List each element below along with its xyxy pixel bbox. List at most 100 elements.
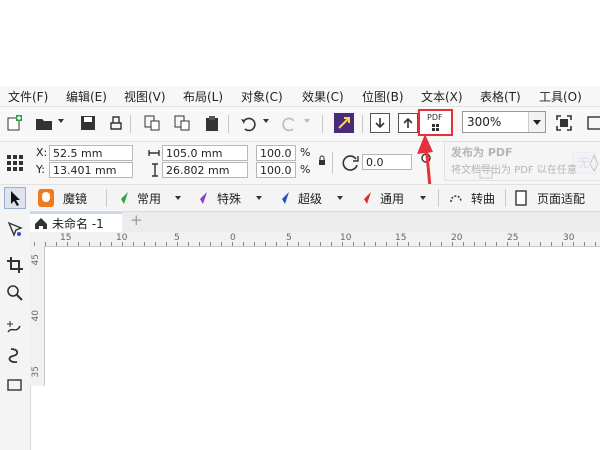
import-down-button[interactable] xyxy=(370,113,390,133)
y-label: Y: xyxy=(36,163,45,176)
ruler-tick xyxy=(221,242,222,246)
redo-button[interactable] xyxy=(280,113,300,133)
standard-toolbar: PDF 300% xyxy=(0,106,600,141)
ruler-tick xyxy=(232,242,233,246)
tooltip-body: 将文档导出为 PDF 以在任意 xyxy=(451,165,577,176)
scale-y-input[interactable]: 100.0 xyxy=(256,162,296,178)
zoom-dropdown-button[interactable] xyxy=(528,112,545,132)
common-dropdown-chevron-icon[interactable] xyxy=(175,196,181,200)
launcher-icon xyxy=(338,117,350,129)
purple-send-icon xyxy=(195,192,207,204)
new-document-button[interactable] xyxy=(4,113,24,133)
ruler-tick xyxy=(584,242,585,246)
special-dropdown-chevron-icon[interactable] xyxy=(256,196,262,200)
menu-table[interactable]: 表格(T) xyxy=(480,88,521,105)
export-button[interactable] xyxy=(172,113,192,133)
vertical-ruler[interactable]: 45 40 35 xyxy=(30,246,45,386)
freehand-tool-icon[interactable] xyxy=(6,318,24,336)
zoom-tool-icon[interactable] xyxy=(6,284,24,302)
ruler-tick xyxy=(177,242,178,246)
document-tab-bar: 未命名 -1 + xyxy=(30,211,600,232)
page-fit-label[interactable]: 页面适配 xyxy=(537,190,585,207)
lock-ratio-icon[interactable] xyxy=(318,155,326,166)
launcher-button[interactable] xyxy=(334,113,354,133)
shape-tool-icon[interactable] xyxy=(6,220,24,238)
pick-tool-button[interactable] xyxy=(4,187,26,209)
ruler-tick xyxy=(452,242,453,246)
menu-layout[interactable]: 布局(L) xyxy=(183,88,223,105)
horizontal-ruler[interactable]: 15 10 5 0 5 10 15 20 25 30 xyxy=(30,232,600,247)
zoom-combobox[interactable]: 300% xyxy=(462,111,546,133)
magic-mirror-label[interactable]: 魔镜 xyxy=(63,190,87,207)
artistic-media-icon[interactable] xyxy=(6,346,24,364)
save-icon xyxy=(81,116,95,130)
open-dropdown-chevron-icon[interactable] xyxy=(58,119,64,123)
ruler-tick xyxy=(485,242,486,246)
options-button[interactable] xyxy=(584,113,600,133)
import-button[interactable] xyxy=(142,113,162,133)
open-button[interactable] xyxy=(34,113,54,133)
height-icon xyxy=(152,163,158,177)
advanced-dropdown-chevron-icon[interactable] xyxy=(337,196,343,200)
height-input[interactable]: 26.802 mm xyxy=(162,162,248,178)
print-button[interactable] xyxy=(106,113,126,133)
special-tools-label[interactable]: 特殊 xyxy=(217,190,241,207)
ruler-tick xyxy=(463,242,464,246)
common-tools-label[interactable]: 常用 xyxy=(137,190,161,207)
drawing-canvas[interactable] xyxy=(45,247,600,386)
ruler-tick xyxy=(45,242,46,246)
ruler-tick xyxy=(100,242,101,246)
menu-tools[interactable]: 工具(O) xyxy=(539,88,582,105)
blue-send-icon xyxy=(277,192,289,204)
menu-edit[interactable]: 编辑(E) xyxy=(66,88,107,105)
menu-bitmap[interactable]: 位图(B) xyxy=(362,88,404,105)
menu-text[interactable]: 文本(X) xyxy=(421,88,463,105)
menu-view[interactable]: 视图(V) xyxy=(124,88,166,105)
tooltip-ghost-icon xyxy=(479,167,493,179)
ruler-tick xyxy=(540,242,541,246)
general-dropdown-chevron-icon[interactable] xyxy=(420,196,426,200)
ruler-tick xyxy=(188,242,189,246)
add-tab-button[interactable]: + xyxy=(130,211,143,229)
ruler-tick xyxy=(309,242,310,246)
percent-y-label: % xyxy=(300,163,311,176)
window-icon xyxy=(587,116,600,130)
toolbar-divider xyxy=(322,115,323,133)
redo-dropdown-chevron-icon[interactable] xyxy=(304,119,310,123)
menu-bar: 文件(F) 编辑(E) 视图(V) 布局(L) 对象(C) 效果(C) 位图(B… xyxy=(0,86,600,106)
fullscreen-icon xyxy=(556,115,572,131)
general-tools-label[interactable]: 通用 xyxy=(380,190,404,207)
scale-x-input[interactable]: 100.0 xyxy=(256,145,296,161)
publish-pdf-tooltip: 发布为 PDF 将文档导出为 PDF 以在任意 xyxy=(444,141,600,181)
crop-tool-icon[interactable] xyxy=(6,256,24,274)
object-origin-icon[interactable] xyxy=(6,154,24,172)
advanced-tools-label[interactable]: 超级 xyxy=(298,190,322,207)
tab-document[interactable]: 未命名 -1 xyxy=(30,212,122,232)
save-button[interactable] xyxy=(78,113,98,133)
undo-dropdown-chevron-icon[interactable] xyxy=(263,119,269,123)
width-input[interactable]: 105.0 mm xyxy=(162,145,248,161)
percent-x-label: % xyxy=(300,146,311,159)
x-position-input[interactable]: 52.5 mm xyxy=(49,145,133,161)
ruler-tick xyxy=(353,242,354,246)
ruler-tick xyxy=(408,242,409,246)
undo-button[interactable] xyxy=(238,113,258,133)
ruler-tick xyxy=(551,242,552,246)
rectangle-tool-icon[interactable] xyxy=(6,378,24,392)
full-screen-preview-button[interactable] xyxy=(554,113,574,133)
ruler-tick xyxy=(375,242,376,246)
convert-to-curves-label[interactable]: 转曲 xyxy=(471,190,495,207)
menu-object[interactable]: 对象(C) xyxy=(241,88,283,105)
tools-divider xyxy=(438,189,439,207)
red-send-icon xyxy=(359,192,371,204)
ruler-tick xyxy=(67,242,68,246)
menu-file[interactable]: 文件(F) xyxy=(8,88,48,105)
tooltip-title: 发布为 PDF xyxy=(451,146,513,159)
ruler-tick xyxy=(298,242,299,246)
menu-effects[interactable]: 效果(C) xyxy=(302,88,344,105)
y-position-input[interactable]: 13.401 mm xyxy=(49,162,133,178)
ruler-tick xyxy=(562,242,563,246)
toolbar-divider xyxy=(362,115,363,133)
ruler-tick xyxy=(254,242,255,246)
clipboard-button[interactable] xyxy=(202,113,222,133)
